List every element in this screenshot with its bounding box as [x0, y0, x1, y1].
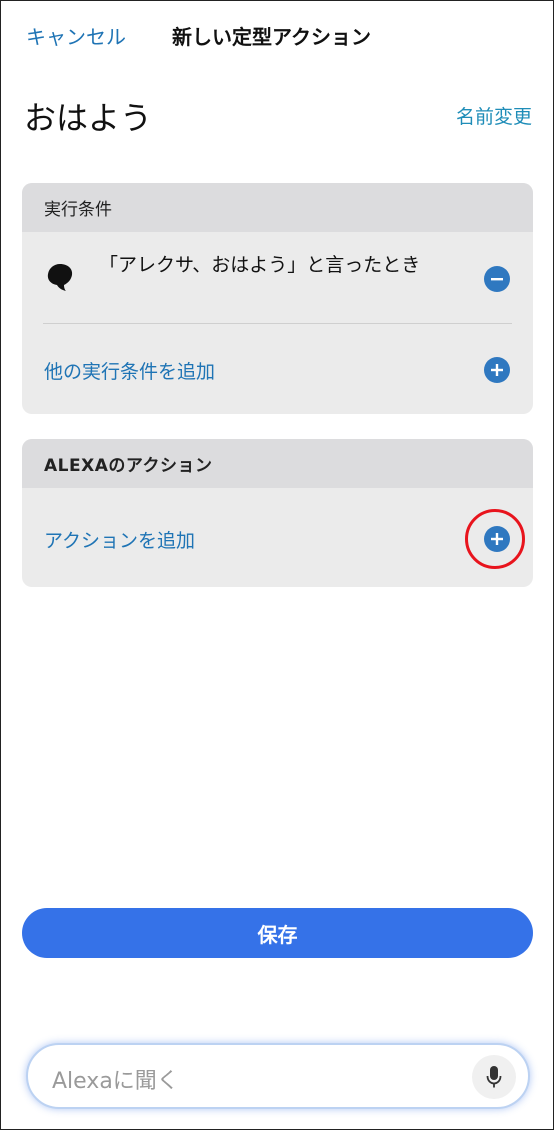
rename-button[interactable]: 名前変更: [456, 102, 532, 129]
header: キャンセル 新しい定型アクション: [1, 1, 553, 67]
add-condition-link[interactable]: 他の実行条件を追加: [44, 357, 215, 384]
actions-card: ALEXAのアクション アクションを追加: [22, 439, 533, 587]
microphone-icon: [486, 1066, 502, 1088]
speech-bubble-icon: [47, 264, 73, 291]
mic-button[interactable]: [472, 1055, 516, 1099]
save-button[interactable]: 保存: [22, 908, 533, 958]
minus-circle-icon: [491, 278, 503, 281]
divider: [43, 323, 512, 324]
app-screen: キャンセル 新しい定型アクション おはよう 名前変更 実行条件 「アレクサ、おは…: [0, 0, 554, 1130]
add-action-button[interactable]: [484, 526, 510, 552]
page-title: 新しい定型アクション: [172, 25, 371, 49]
trigger-row[interactable]: 「アレクサ、おはよう」と言ったとき: [22, 232, 533, 324]
remove-condition-button[interactable]: [484, 266, 510, 292]
cancel-button[interactable]: キャンセル: [26, 21, 126, 50]
alexa-input-placeholder: Alexaに聞く: [52, 1069, 179, 1094]
trigger-text: 「アレクサ、おはよう」と言ったとき: [99, 254, 421, 276]
plus-circle-icon: [491, 364, 503, 376]
add-condition-button[interactable]: [484, 357, 510, 383]
conditions-card: 実行条件 「アレクサ、おはよう」と言ったとき 他の実行条件を追加: [22, 183, 533, 414]
conditions-heading: 実行条件: [22, 183, 533, 232]
routine-name: おはよう: [24, 99, 153, 137]
actions-heading: ALEXAのアクション: [22, 439, 533, 488]
alexa-input-bar[interactable]: Alexaに聞く: [26, 1043, 530, 1109]
add-action-link[interactable]: アクションを追加: [44, 526, 195, 553]
plus-circle-icon: [491, 533, 503, 545]
